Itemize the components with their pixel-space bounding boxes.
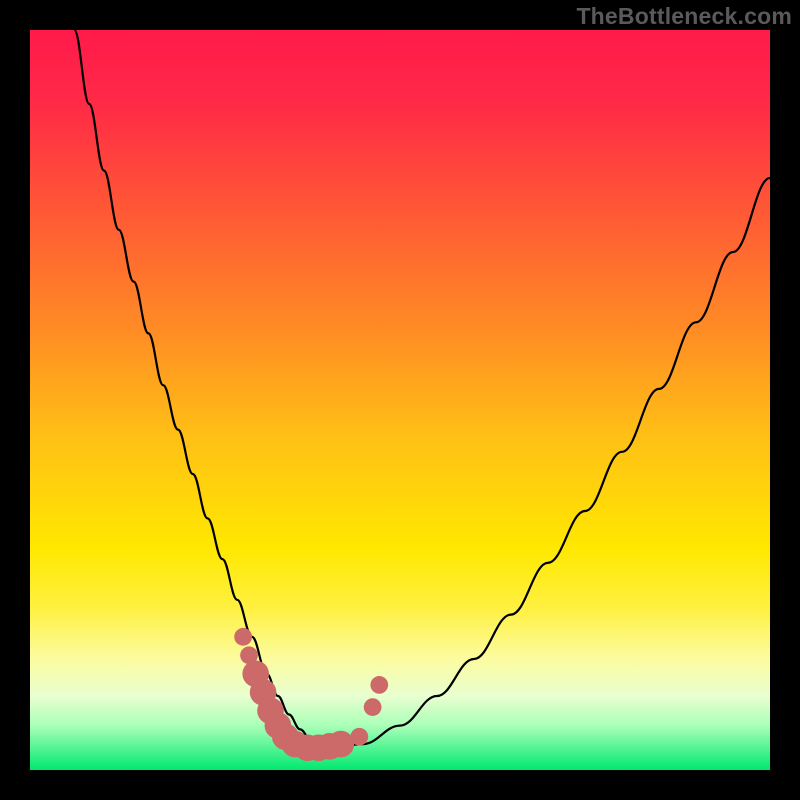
bottleneck-curve [74,30,770,748]
data-marker [234,628,252,646]
chart-frame: TheBottleneck.com [0,0,800,800]
watermark-label: TheBottleneck.com [576,3,792,30]
data-marker [327,731,354,758]
curve-layer [30,30,770,770]
data-marker [370,676,388,694]
data-marker [364,698,382,716]
data-marker [350,728,368,746]
plot-area [30,30,770,770]
